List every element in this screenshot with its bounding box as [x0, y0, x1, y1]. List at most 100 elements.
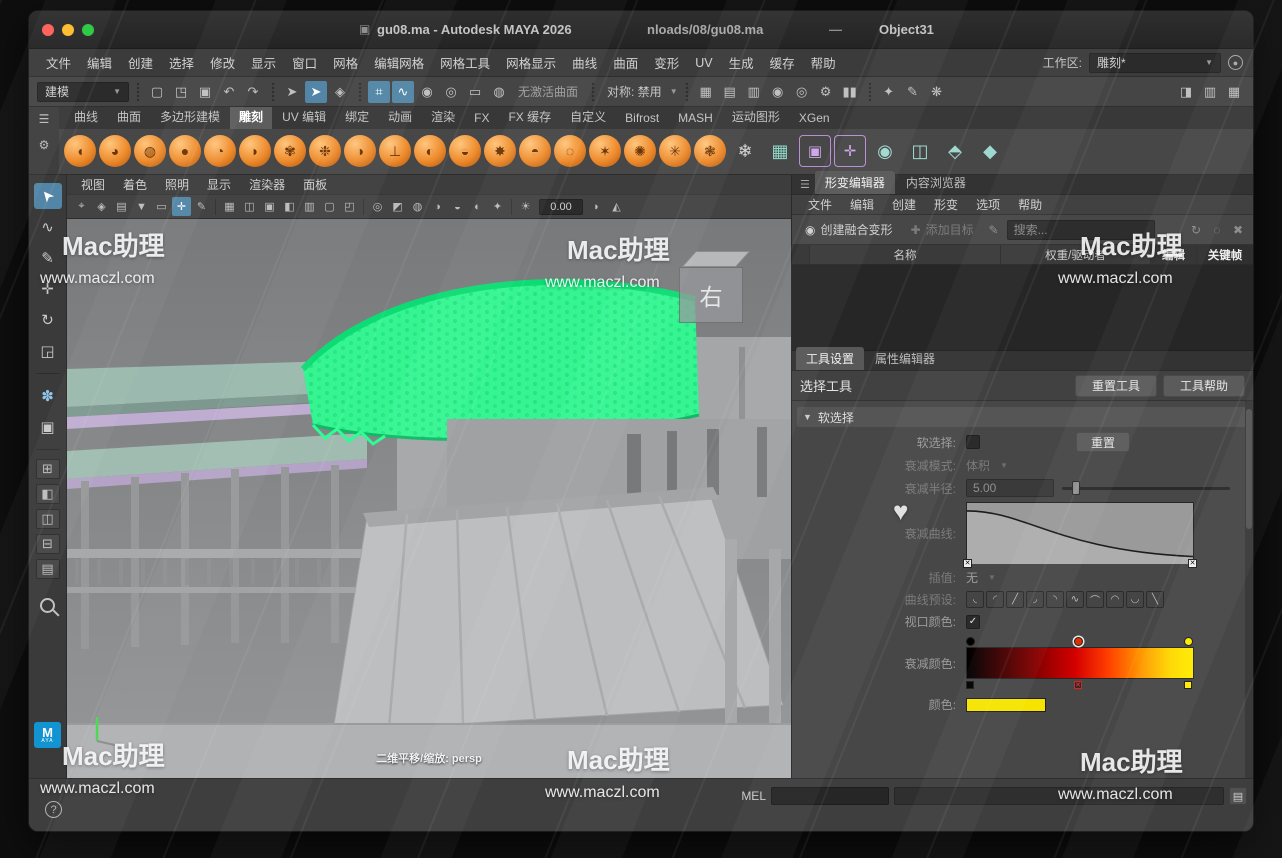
column-key-button[interactable]: 关键帧 [1197, 245, 1253, 264]
menu-edit[interactable]: 编辑 [80, 50, 119, 75]
menu-mesh-display[interactable]: 网格显示 [499, 50, 563, 75]
search-input[interactable] [1007, 220, 1155, 240]
select-by-component-icon[interactable]: ◈ [329, 81, 351, 103]
scrape-brush-icon[interactable]: ◒ [449, 135, 481, 167]
xray-icon[interactable]: ◩ [388, 197, 407, 216]
flatten-brush-icon[interactable]: ◗ [239, 135, 271, 167]
statusline-divider[interactable] [589, 82, 596, 102]
interpolation-value[interactable]: 无 [966, 569, 978, 586]
statusline-divider[interactable] [269, 82, 276, 102]
rotate-tool-button[interactable]: ↻ [34, 307, 62, 333]
foamy-brush-icon[interactable]: ✾ [274, 135, 306, 167]
bookmarks-icon[interactable]: ▼ [132, 197, 151, 216]
shelf-tab-curves[interactable]: 曲线 [65, 107, 107, 129]
se-menu-help[interactable]: 帮助 [1010, 194, 1050, 215]
menu-generate[interactable]: 生成 [722, 50, 761, 75]
shelf-tab-surfaces[interactable]: 曲面 [108, 107, 150, 129]
pause-viewport-icon[interactable]: ▮▮ [839, 81, 861, 103]
save-scene-icon[interactable]: ▣ [194, 81, 216, 103]
shelf-tab-motion-graphics[interactable]: 运动图形 [723, 107, 789, 129]
falloff-radius-field[interactable]: 5.00 [966, 479, 1054, 497]
exposure-field[interactable]: 0.00 [539, 199, 583, 215]
menu-mesh-tools[interactable]: 网格工具 [433, 50, 497, 75]
column-name[interactable]: 名称 [810, 245, 1001, 264]
make-live-icon[interactable]: ◍ [488, 81, 510, 103]
camera-attributes-icon[interactable]: ▤ [112, 197, 131, 216]
image-plane-icon[interactable]: ▭ [152, 197, 171, 216]
search-icon[interactable] [40, 598, 55, 613]
safe-title-icon[interactable]: ◰ [340, 197, 359, 216]
scrollbar-thumb[interactable] [1246, 409, 1252, 529]
hypergraph-icon[interactable]: ▦ [695, 81, 717, 103]
layered-surface-icon[interactable]: ⬘ [939, 135, 971, 167]
select-tool-button[interactable]: ➤ [34, 183, 62, 209]
falloff-color-swatch[interactable] [966, 698, 1046, 712]
menu-set-dropdown[interactable]: 建模 ▼ [37, 82, 129, 102]
gate-mask-icon[interactable]: ◧ [280, 197, 299, 216]
paint-select-tool-button[interactable]: ✎ [34, 245, 62, 271]
hypershade-icon[interactable]: ▤ [719, 81, 741, 103]
menu-create[interactable]: 创建 [121, 50, 160, 75]
shape-editor-list[interactable] [792, 265, 1253, 351]
knife-brush-icon[interactable]: ◓ [519, 135, 551, 167]
resolution-gate-icon[interactable]: ▣ [260, 197, 279, 216]
menu-curves[interactable]: 曲线 [565, 50, 604, 75]
tab-attribute-editor[interactable]: 属性编辑器 [865, 347, 945, 370]
amplify-brush-icon[interactable]: ✺ [624, 135, 656, 167]
panel-menu-view[interactable]: 视图 [73, 174, 113, 195]
panel-menu-show[interactable]: 显示 [199, 174, 239, 195]
relax-brush-icon[interactable]: ◍ [134, 135, 166, 167]
tab-tool-settings[interactable]: 工具设置 [796, 347, 864, 370]
move-tool-button[interactable]: ✛ [34, 276, 62, 302]
se-menu-edit[interactable]: 编辑 [842, 194, 882, 215]
layout-single-pane-button[interactable]: ⊞ [36, 459, 60, 479]
menu-uv[interactable]: UV [688, 53, 719, 73]
se-menu-options[interactable]: 选项 [968, 194, 1008, 215]
grid-icon[interactable]: ▦ [220, 197, 239, 216]
layout-split-left-button[interactable]: ◫ [36, 509, 60, 529]
view-cube-top-face[interactable] [682, 251, 750, 267]
curve-key-end[interactable]: ✕ [1188, 559, 1197, 568]
select-camera-icon[interactable]: ⌖ [72, 197, 91, 216]
statusline-divider[interactable] [683, 82, 690, 102]
lasso-select-tool-button[interactable]: ∿ [34, 214, 62, 240]
shelf-tab-fx-caching[interactable]: FX 缓存 [499, 107, 560, 129]
falloff-mode-value[interactable]: 体积 [966, 457, 990, 474]
menu-select[interactable]: 选择 [162, 50, 201, 75]
snap-to-view-plane-icon[interactable]: ▭ [464, 81, 486, 103]
open-scene-icon[interactable]: ◳ [170, 81, 192, 103]
anti-aliasing-icon[interactable]: ✦ [488, 197, 507, 216]
panel-menu-renderer[interactable]: 渲染器 [241, 174, 293, 195]
shelf-tab-fx[interactable]: FX [465, 108, 498, 129]
workspace-dropdown[interactable]: 雕刻* ▼ [1089, 53, 1221, 73]
minimize-window-button[interactable] [62, 24, 74, 36]
ramp-key-black[interactable] [966, 637, 975, 646]
shelf-tab-animation[interactable]: 动画 [379, 107, 421, 129]
spray-brush-icon[interactable]: ❉ [309, 135, 341, 167]
freeze-selection-icon[interactable]: ❄ [729, 135, 761, 167]
object-pair-icon[interactable]: ◉ [869, 135, 901, 167]
ramp-key-yellow[interactable] [1184, 637, 1193, 646]
refresh-icon[interactable]: ↻ [1187, 221, 1205, 239]
panel-menu-icon[interactable]: ☰ [796, 178, 814, 194]
scale-tool-button[interactable]: ◲ [34, 338, 62, 364]
grab-brush-icon[interactable]: ● [169, 135, 201, 167]
falloff-color-ramp[interactable]: ✕ [966, 635, 1194, 691]
curve-preset-valley-button[interactable]: ◡ [1126, 591, 1144, 608]
create-blendshape-button[interactable]: ◉ 创建融合变形 [798, 218, 900, 241]
menu-file[interactable]: 文件 [39, 50, 78, 75]
gamma-icon[interactable]: ◗ [587, 197, 606, 216]
tool-help-button[interactable]: 工具帮助 [1163, 375, 1245, 397]
column-weight-driver[interactable]: 权重/驱动者 [1001, 245, 1151, 264]
filter-icon[interactable]: ◌ [1208, 221, 1226, 239]
snap-to-grid-icon[interactable]: ⌗ [368, 81, 390, 103]
render-view-icon[interactable]: ▥ [743, 81, 765, 103]
account-icon[interactable]: ● [1228, 55, 1243, 70]
wireframe-on-shaded-icon[interactable]: ◍ [408, 197, 427, 216]
shadows-icon[interactable]: ◑ [428, 197, 447, 216]
ambient-occlusion-icon[interactable]: ◒ [448, 197, 467, 216]
panel-menu-lighting[interactable]: 照明 [157, 174, 197, 195]
panel-menu-shading[interactable]: 着色 [115, 174, 155, 195]
view-cube-right-face[interactable]: 右 [679, 267, 743, 323]
bulge-brush-icon[interactable]: ✶ [589, 135, 621, 167]
